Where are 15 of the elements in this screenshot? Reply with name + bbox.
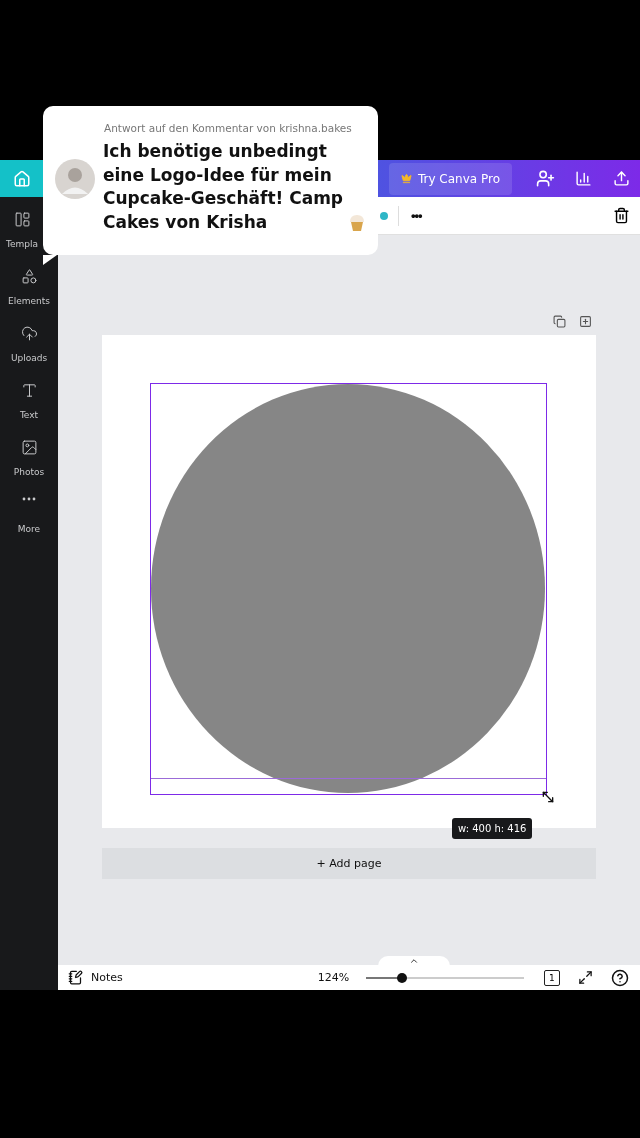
comment-text: Ich benötige unbedingt eine Logo-Idee für mein Cupcake-Geschäft! Camp Cakes von Krisha <box>103 140 344 234</box>
sidebar-item[interactable]: Photos <box>0 439 58 477</box>
size-tooltip: w: 400 h: 416 <box>452 818 533 839</box>
page-count-button[interactable]: 1 <box>543 969 560 986</box>
reply-caption: Antwort auf den Kommentar von krishna.bakes <box>104 122 353 134</box>
sidebar-item[interactable]: Elements <box>0 268 58 306</box>
notes-button[interactable]: Notes <box>68 970 123 985</box>
sidebar-item[interactable]: Templa <box>4 211 40 249</box>
add-page-button[interactable]: + Add page <box>102 848 596 879</box>
more-button[interactable]: ••• <box>411 208 422 223</box>
sidebar-item[interactable]: More <box>0 496 58 534</box>
try-pro-button[interactable]: Try Canva Pro <box>388 162 512 195</box>
sidebar-item[interactable]: Uploads <box>0 325 58 363</box>
sidebar-item[interactable]: Text <box>0 382 58 420</box>
zoom-percent: 124% <box>317 971 351 984</box>
